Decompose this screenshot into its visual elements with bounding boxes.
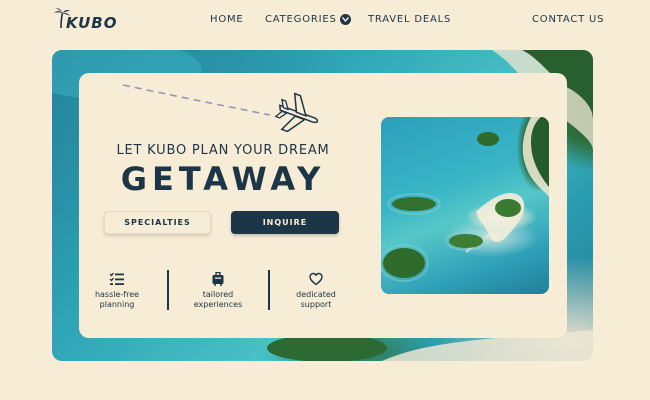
feature-label-line2: planning <box>99 300 135 309</box>
heart-icon <box>309 272 323 286</box>
feature-label-line1: tailored <box>202 290 234 299</box>
hero-tagline: LET KUBO PLAN YOUR DREAM <box>116 143 330 158</box>
feature-dedicated-support: dedicated support <box>276 272 356 310</box>
hero-headline: GETAWAY <box>120 160 326 198</box>
nav-travel-deals[interactable]: TRAVEL DEALS <box>368 14 451 25</box>
luggage-icon <box>212 272 224 286</box>
feature-label-line1: hassle-free <box>94 290 140 299</box>
logo-text: KUBO <box>66 14 118 32</box>
feature-tailored-experiences: tailored experiences <box>178 272 258 310</box>
checklist-icon <box>109 272 124 285</box>
feature-label-line2: experiences <box>193 300 243 309</box>
chevron-down-icon <box>339 14 351 25</box>
nav-home[interactable]: HOME <box>210 14 244 25</box>
nav-categories-label: CATEGORIES <box>265 14 337 25</box>
flight-path <box>122 84 319 133</box>
feature-label-line1: dedicated <box>296 290 336 299</box>
inquire-button-label: INQUIRE <box>262 218 308 227</box>
nav-contact-us[interactable]: CONTACT US <box>532 14 604 25</box>
nav-categories[interactable]: CATEGORIES <box>265 14 351 25</box>
logo[interactable]: KUBO <box>52 4 117 32</box>
feature-label-line2: support <box>300 300 332 309</box>
destination-photo <box>381 117 549 294</box>
nav-contact-us-label: CONTACT US <box>532 14 605 25</box>
airplane-icon <box>274 92 319 133</box>
nav-travel-deals-label: TRAVEL DEALS <box>368 14 452 25</box>
nav-home-label: HOME <box>210 14 244 25</box>
feature-hassle-free-planning: hassle-free planning <box>77 272 157 310</box>
feature-divider <box>268 270 270 310</box>
feature-divider <box>167 270 169 310</box>
specialties-button[interactable]: SPECIALTIES <box>104 211 211 234</box>
inquire-button[interactable]: INQUIRE <box>231 211 339 234</box>
specialties-button-label: SPECIALTIES <box>124 218 191 227</box>
